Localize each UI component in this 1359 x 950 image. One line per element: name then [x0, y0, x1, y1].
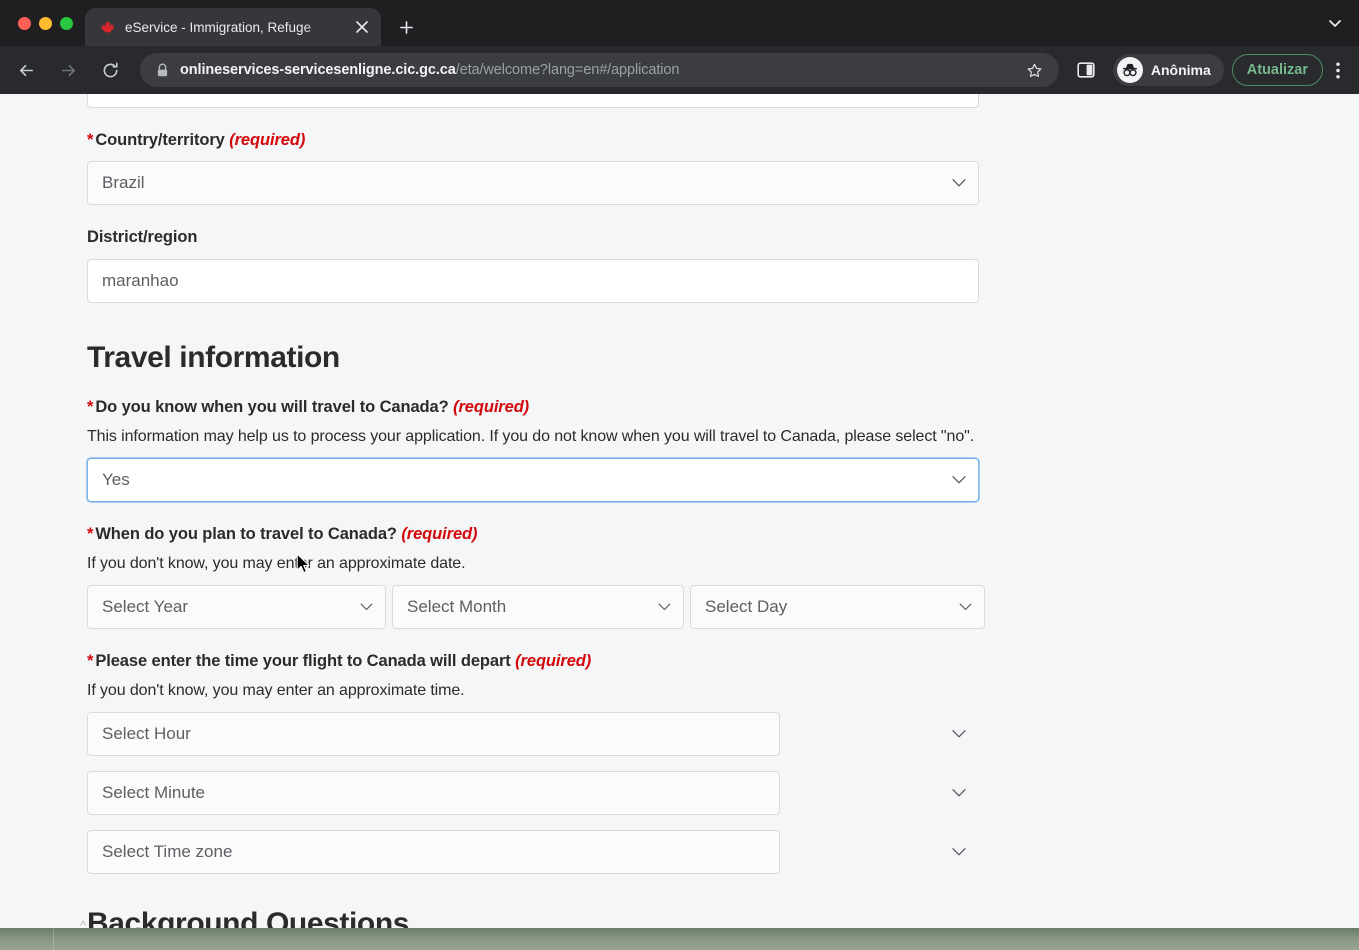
required-asterisk: * — [87, 651, 94, 670]
window-traffic-lights — [0, 0, 85, 46]
travel-information-heading: Travel information — [87, 340, 340, 374]
country-label: * Country/territory (required) — [87, 130, 979, 151]
travel-date-group: * When do you plan to travel to Canada? (… — [87, 524, 985, 629]
country-field-group: * Country/territory (required) Brazil — [87, 130, 979, 206]
flight-minute-select[interactable]: Select Minute — [87, 770, 780, 815]
required-text: (required) — [515, 651, 592, 670]
desktop-divider — [53, 928, 54, 950]
maple-leaf-favicon — [101, 20, 115, 35]
chevron-down-icon — [952, 848, 966, 856]
flight-time-label: * Please enter the time your flight to Ca… — [87, 651, 979, 672]
know-travel-date-select-wrap: Yes — [87, 457, 979, 502]
know-travel-date-select[interactable]: Yes — [87, 457, 979, 502]
forward-button[interactable] — [51, 53, 85, 87]
incognito-icon — [1116, 57, 1143, 83]
country-label-text: Country/territory — [95, 131, 225, 149]
district-field-group: District/region maranhao — [87, 227, 979, 303]
back-to-top-button[interactable]: ^ — [80, 919, 86, 928]
flight-time-helper: If you don't know, you may enter an appr… — [87, 682, 465, 700]
incognito-profile-pill[interactable]: Anônima — [1112, 54, 1224, 86]
close-window-button[interactable] — [18, 16, 31, 30]
flight-timezone-select[interactable]: Select Time zone — [87, 829, 780, 874]
travel-year-select-wrap: Select Year — [87, 584, 386, 629]
travel-day-select[interactable]: Select Day — [690, 584, 985, 629]
know-travel-date-label: * Do you know when you will travel to Can… — [87, 397, 979, 418]
district-input[interactable]: maranhao — [87, 258, 979, 303]
chevron-down-icon[interactable] — [1317, 0, 1353, 46]
required-asterisk: * — [87, 524, 94, 543]
flight-hour-select-wrap: Select Hour — [87, 711, 979, 756]
required-asterisk: * — [87, 131, 94, 149]
flight-timezone-select-wrap: Select Time zone — [87, 829, 979, 874]
travel-date-helper: If you don't know, you may enter an appr… — [87, 555, 466, 573]
flight-hour-select[interactable]: Select Hour — [87, 711, 780, 756]
background-questions-heading: Background Questions — [87, 906, 410, 928]
know-travel-date-helper: This information may help us to process … — [87, 428, 975, 446]
district-label: District/region — [87, 228, 198, 247]
incognito-label: Anônima — [1150, 62, 1211, 78]
flight-time-group: * Please enter the time your flight to Ca… — [87, 651, 979, 874]
url-text: onlineservices-servicesenligne.cic.gc.ca… — [180, 62, 1010, 78]
country-select-wrap: Brazil — [87, 161, 979, 206]
travel-year-select[interactable]: Select Year — [87, 584, 386, 629]
browser-tab-active[interactable]: eService - Immigration, Refuge — [85, 8, 381, 46]
required-text: (required) — [401, 524, 478, 543]
required-asterisk: * — [87, 397, 94, 416]
travel-date-label: * When do you plan to travel to Canada? (… — [87, 524, 979, 545]
flight-time-selects: Select Hour Select Minute Select Time zo… — [87, 711, 979, 874]
new-tab-button[interactable] — [389, 10, 423, 44]
bookmark-star-icon[interactable] — [1021, 56, 1049, 84]
chevron-down-icon — [952, 789, 966, 797]
minimize-window-button[interactable] — [39, 16, 52, 30]
required-text: (required) — [229, 131, 306, 149]
know-travel-date-group: * Do you know when you will travel to Can… — [87, 397, 979, 502]
address-bar[interactable]: onlineservices-servicesenligne.cic.gc.ca… — [140, 53, 1059, 87]
know-travel-date-label-text: Do you know when you will travel to Cana… — [95, 397, 449, 416]
back-button[interactable] — [9, 53, 43, 87]
lock-icon — [157, 63, 168, 76]
tab-title: eService - Immigration, Refuge — [125, 19, 312, 35]
travel-date-selects-row: Select Year Select Month Select Day — [87, 584, 985, 629]
background-questions-heading-wrap: Background Questions — [87, 907, 979, 928]
country-select[interactable]: Brazil — [87, 161, 979, 206]
update-label: Atualizar — [1246, 62, 1308, 78]
close-tab-icon[interactable] — [351, 16, 373, 38]
side-panel-icon[interactable] — [1069, 53, 1103, 87]
required-text: (required) — [453, 397, 530, 416]
flight-minute-select-wrap: Select Minute — [87, 770, 979, 815]
browser-menu-icon[interactable] — [1325, 53, 1351, 87]
travel-day-select-wrap: Select Day — [690, 584, 985, 629]
page-viewport: * Country/territory (required) Brazil Dis… — [0, 94, 1359, 928]
travel-month-select[interactable]: Select Month — [392, 584, 684, 629]
flight-time-label-text: Please enter the time your flight to Can… — [95, 651, 511, 670]
clipped-field-above[interactable] — [87, 94, 979, 108]
url-path: /eta/welcome?lang=en#/application — [455, 62, 680, 78]
travel-month-select-wrap: Select Month — [392, 584, 684, 629]
browser-toolbar: onlineservices-servicesenligne.cic.gc.ca… — [0, 46, 1359, 94]
tab-strip: eService - Immigration, Refuge — [0, 0, 1359, 46]
reload-button[interactable] — [93, 53, 127, 87]
eta-application-form: * Country/territory (required) Brazil Dis… — [0, 94, 1359, 928]
url-host: onlineservices-servicesenligne.cic.gc.ca — [180, 62, 456, 78]
maximize-window-button[interactable] — [60, 16, 73, 30]
browser-window: eService - Immigration, Refuge onlineser… — [0, 0, 1359, 928]
update-button[interactable]: Atualizar — [1231, 54, 1323, 86]
desktop-background — [0, 928, 1359, 950]
chevron-down-icon — [952, 730, 966, 738]
travel-date-label-text: When do you plan to travel to Canada? — [95, 524, 397, 543]
